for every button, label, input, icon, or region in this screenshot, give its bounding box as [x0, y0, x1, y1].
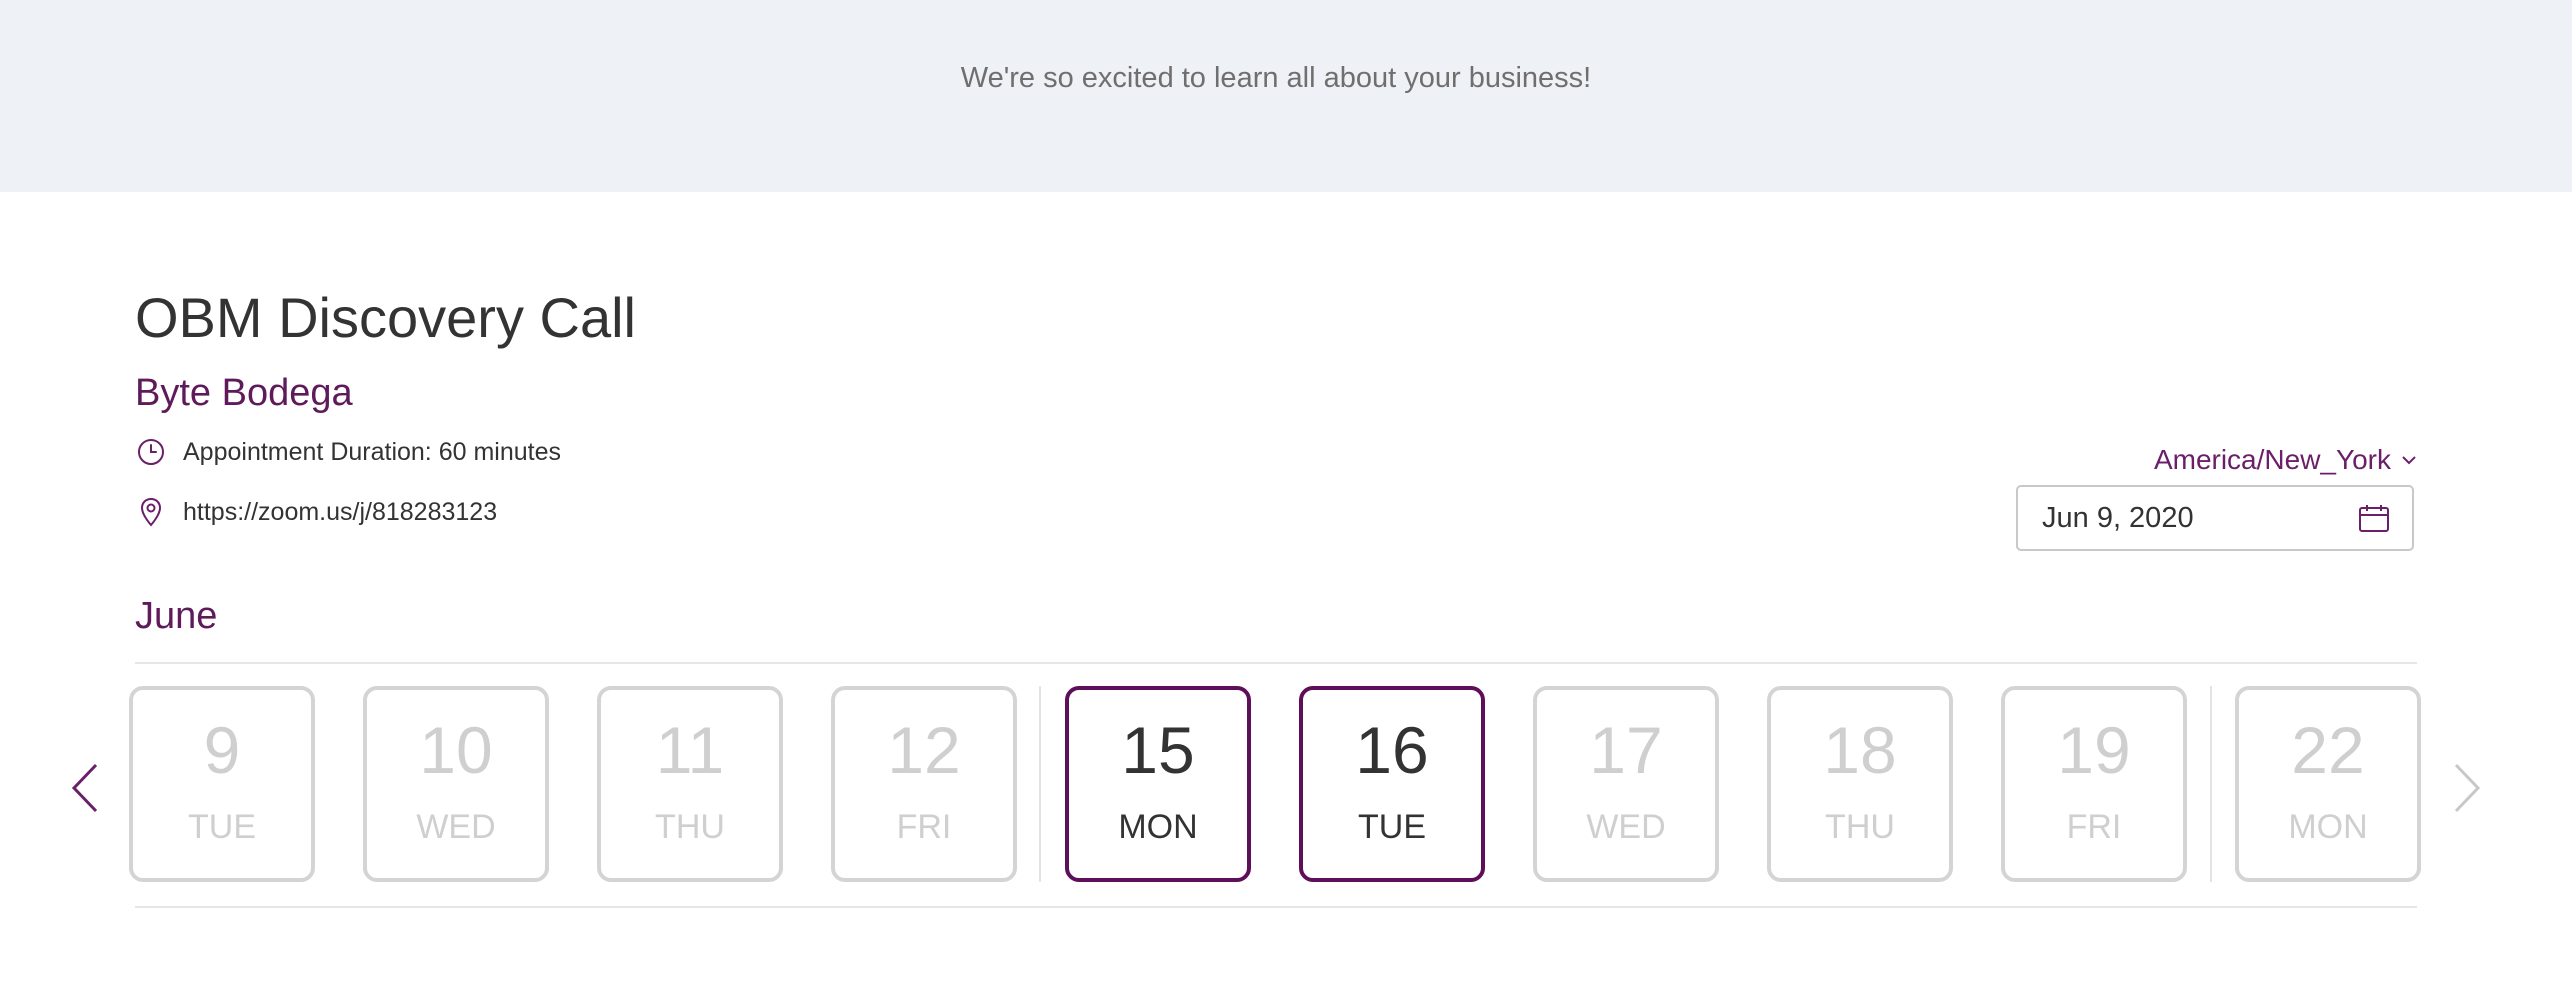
day-weekday: THU [1825, 808, 1895, 846]
calendar-icon[interactable] [2358, 503, 2390, 533]
day-weekday: MON [2288, 808, 2368, 846]
day-weekday: TUE [188, 808, 256, 846]
day-number: 16 [1355, 713, 1429, 787]
day-weekday: WED [416, 808, 496, 846]
day-weekday: THU [655, 808, 725, 846]
chevron-left-icon[interactable] [70, 762, 100, 814]
day-tile-22: 22 MON [2235, 686, 2421, 882]
day-tile-18: 18 THU [1767, 686, 1953, 882]
divider-bottom [135, 906, 2417, 908]
location-link[interactable]: https://zoom.us/j/818283123 [183, 498, 497, 527]
day-number: 18 [1823, 713, 1897, 787]
day-number: 15 [1121, 713, 1195, 787]
event-title: OBM Discovery Call [135, 286, 636, 349]
day-weekday: FRI [896, 808, 952, 846]
day-tile-10: 10 WED [363, 686, 549, 882]
day-number: 17 [1589, 713, 1663, 787]
location-pin-icon [140, 497, 162, 527]
day-weekday: WED [1586, 808, 1666, 846]
clock-icon [138, 439, 164, 465]
day-number: 19 [2057, 713, 2131, 787]
banner-message: We're so excited to learn all about your… [960, 62, 1592, 94]
day-weekday: MON [1118, 808, 1198, 846]
day-tile-16[interactable]: 16 TUE [1299, 686, 1485, 882]
divider-top [135, 662, 2417, 664]
timezone-dropdown[interactable]: America/New_York [2154, 444, 2417, 476]
week-separator [2210, 686, 2212, 882]
month-heading: June [135, 595, 218, 637]
duration-text: Appointment Duration: 60 minutes [183, 437, 561, 466]
day-number: 10 [419, 713, 493, 787]
date-picker-value: Jun 9, 2020 [2042, 501, 2194, 534]
duration-row: Appointment Duration: 60 minutes [135, 436, 561, 468]
day-weekday: FRI [2066, 808, 2122, 846]
welcome-banner: We're so excited to learn all about your… [0, 0, 2572, 192]
day-tile-15[interactable]: 15 MON [1065, 686, 1251, 882]
day-number: 12 [887, 713, 961, 787]
day-tile-17: 17 WED [1533, 686, 1719, 882]
location-row: https://zoom.us/j/818283123 [135, 496, 497, 528]
week-separator [1039, 686, 1041, 882]
day-number: 22 [2291, 713, 2365, 787]
day-tile-19: 19 FRI [2001, 686, 2187, 882]
day-number: 9 [203, 713, 241, 787]
day-tile-12: 12 FRI [831, 686, 1017, 882]
date-picker-input[interactable]: Jun 9, 2020 [2016, 485, 2414, 551]
timezone-label: America/New_York [2153, 444, 2391, 475]
business-name: Byte Bodega [135, 372, 353, 414]
day-tile-9: 9 TUE [129, 686, 315, 882]
chevron-right-icon[interactable] [2452, 762, 2482, 814]
day-weekday: TUE [1358, 808, 1426, 846]
day-number: 11 [655, 713, 725, 787]
chevron-down-icon [2402, 456, 2416, 465]
day-tile-11: 11 THU [597, 686, 783, 882]
